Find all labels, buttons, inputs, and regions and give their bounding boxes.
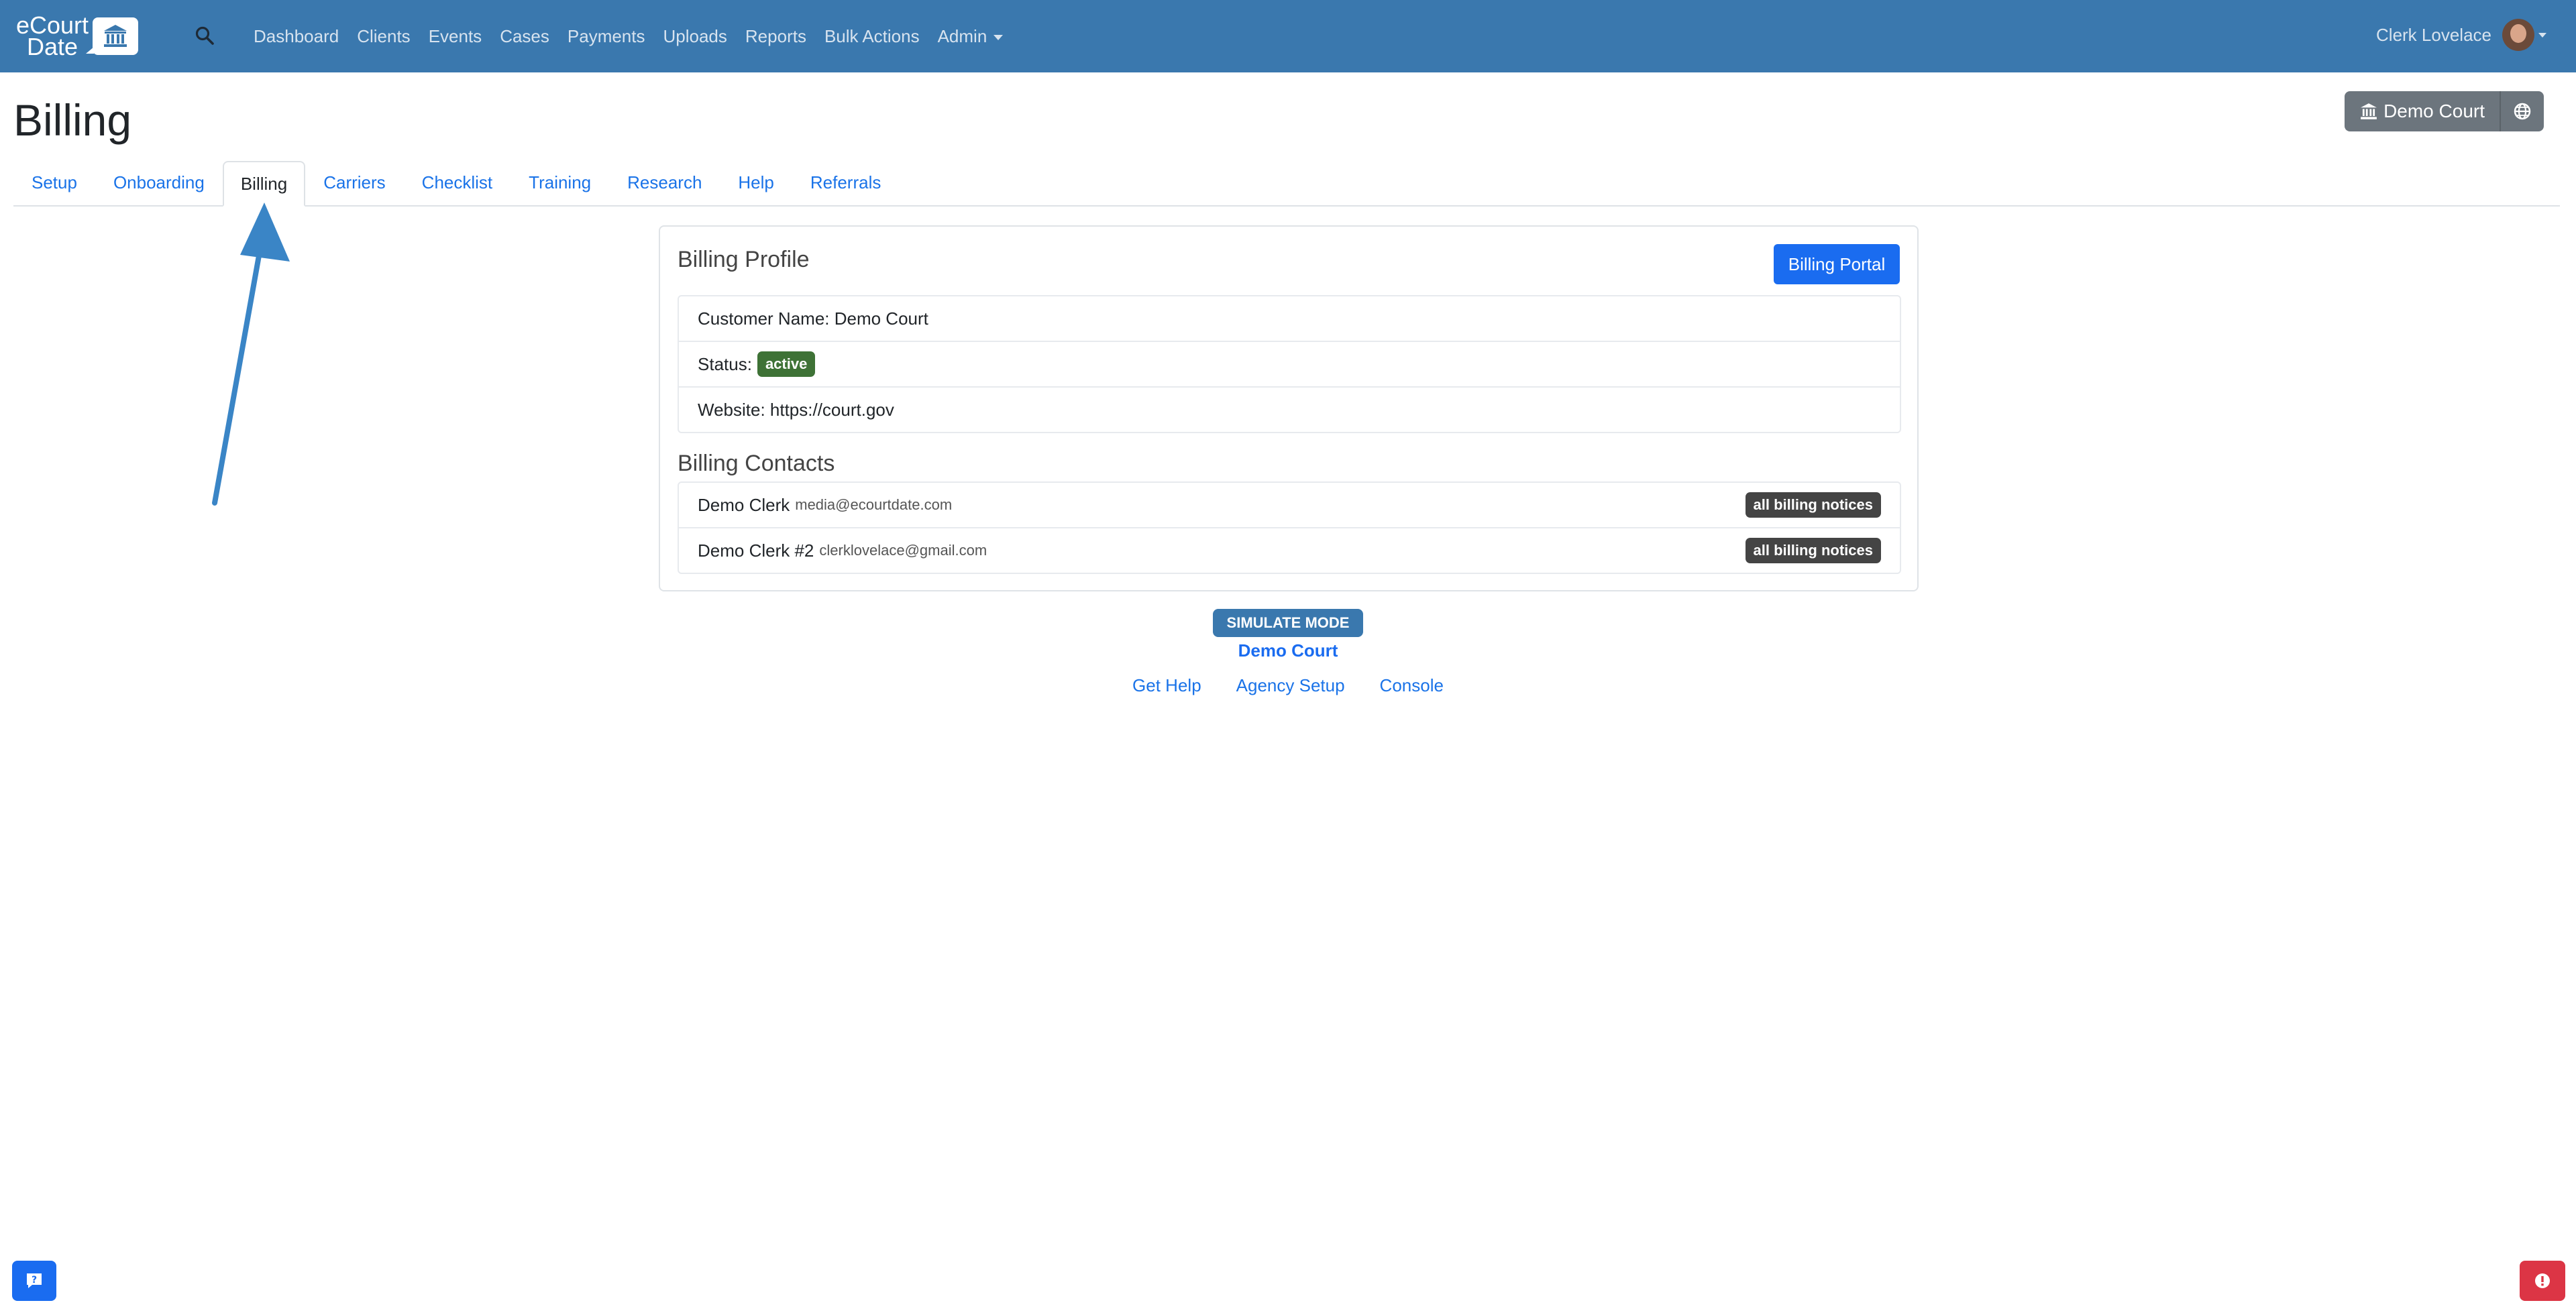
- main-nav: Dashboard Clients Events Cases Payments …: [254, 23, 1021, 50]
- notice-badge: all billing notices: [1745, 492, 1881, 518]
- status-row: Status: active: [679, 342, 1900, 388]
- feedback-button[interactable]: ?: [12, 1261, 56, 1301]
- customer-name: Customer Name: Demo Court: [698, 308, 928, 329]
- tab-training[interactable]: Training: [511, 161, 609, 205]
- question-chat-icon: ?: [27, 1273, 42, 1288]
- website: Website: https://court.gov: [698, 399, 894, 420]
- court-button-label: Demo Court: [2383, 101, 2485, 121]
- nav-uploads[interactable]: Uploads: [663, 23, 727, 50]
- tab-setup[interactable]: Setup: [13, 161, 95, 205]
- billing-profile-title: Billing Profile: [678, 247, 810, 272]
- tab-referrals[interactable]: Referrals: [792, 161, 899, 205]
- nav-bulk-actions[interactable]: Bulk Actions: [824, 23, 920, 50]
- status-badge: active: [757, 351, 816, 377]
- profile-list: Customer Name: Demo Court Status: active…: [678, 295, 1901, 433]
- tab-carriers[interactable]: Carriers: [305, 161, 403, 205]
- user-menu[interactable]: Clerk Lovelace: [2376, 19, 2546, 51]
- list-item[interactable]: Demo Clerk media@ecourtdate.com all bill…: [679, 483, 1900, 528]
- svg-text:?: ?: [32, 1275, 37, 1286]
- settings-tabs: Setup Onboarding Billing Carriers Checkl…: [13, 161, 2560, 207]
- courthouse-icon: [2361, 103, 2377, 119]
- top-navbar: eCourt Date Dashboard Clients Events Cas…: [0, 0, 2576, 72]
- footer-court-name: Demo Court: [1238, 640, 1338, 661]
- customer-name-row: Customer Name: Demo Court: [679, 296, 1900, 342]
- nav-dashboard[interactable]: Dashboard: [254, 23, 339, 50]
- avatar: [2502, 19, 2534, 51]
- contact-email: clerklovelace@gmail.com: [819, 542, 987, 559]
- exclamation-icon: [2535, 1273, 2550, 1288]
- nav-payments[interactable]: Payments: [568, 23, 645, 50]
- alert-button[interactable]: [2520, 1261, 2565, 1301]
- tab-checklist[interactable]: Checklist: [404, 161, 511, 205]
- brand-line-2: Date: [26, 33, 78, 60]
- brand-logo[interactable]: eCourt Date: [15, 13, 138, 60]
- simulate-mode-badge: SIMULATE MODE: [1213, 609, 1363, 637]
- status-label: Status:: [698, 353, 752, 374]
- nav-admin-label: Admin: [937, 26, 987, 46]
- globe-icon: [2514, 103, 2531, 120]
- get-help-link[interactable]: Get Help: [1132, 673, 1201, 697]
- contact-name: Demo Clerk: [698, 494, 790, 515]
- search-icon[interactable]: [195, 25, 215, 46]
- nav-reports[interactable]: Reports: [745, 23, 806, 50]
- court-button[interactable]: Demo Court: [2345, 91, 2500, 131]
- tab-help[interactable]: Help: [720, 161, 792, 205]
- chevron-down-icon: [994, 35, 1004, 41]
- contacts-list: Demo Clerk media@ecourtdate.com all bill…: [678, 481, 1901, 574]
- list-item[interactable]: Demo Clerk #2 clerklovelace@gmail.com al…: [679, 528, 1900, 573]
- language-button[interactable]: [2500, 91, 2544, 131]
- contact-email: media@ecourtdate.com: [795, 496, 953, 513]
- nav-clients[interactable]: Clients: [357, 23, 410, 50]
- footer-links: Get Help Agency Setup Console: [0, 673, 2576, 697]
- agency-setup-link[interactable]: Agency Setup: [1236, 673, 1345, 697]
- user-name: Clerk Lovelace: [2376, 24, 2491, 45]
- page-title: Billing: [13, 95, 132, 145]
- chevron-down-icon: [2538, 32, 2546, 38]
- billing-portal-button[interactable]: Billing Portal: [1774, 244, 1900, 284]
- nav-events[interactable]: Events: [429, 23, 482, 50]
- annotation-arrow: [212, 203, 290, 506]
- contact-name: Demo Clerk #2: [698, 540, 814, 561]
- nav-cases[interactable]: Cases: [500, 23, 549, 50]
- console-link[interactable]: Console: [1380, 673, 1444, 697]
- court-selector: Demo Court: [2345, 91, 2544, 131]
- nav-admin-dropdown[interactable]: Admin: [938, 23, 1004, 50]
- billing-contacts-title: Billing Contacts: [678, 451, 835, 476]
- billing-profile-card: Billing Profile Billing Portal Customer …: [659, 225, 1919, 591]
- website-row: Website: https://court.gov: [679, 388, 1900, 432]
- courthouse-icon: [86, 17, 138, 55]
- tab-research[interactable]: Research: [609, 161, 720, 205]
- notice-badge: all billing notices: [1745, 538, 1881, 563]
